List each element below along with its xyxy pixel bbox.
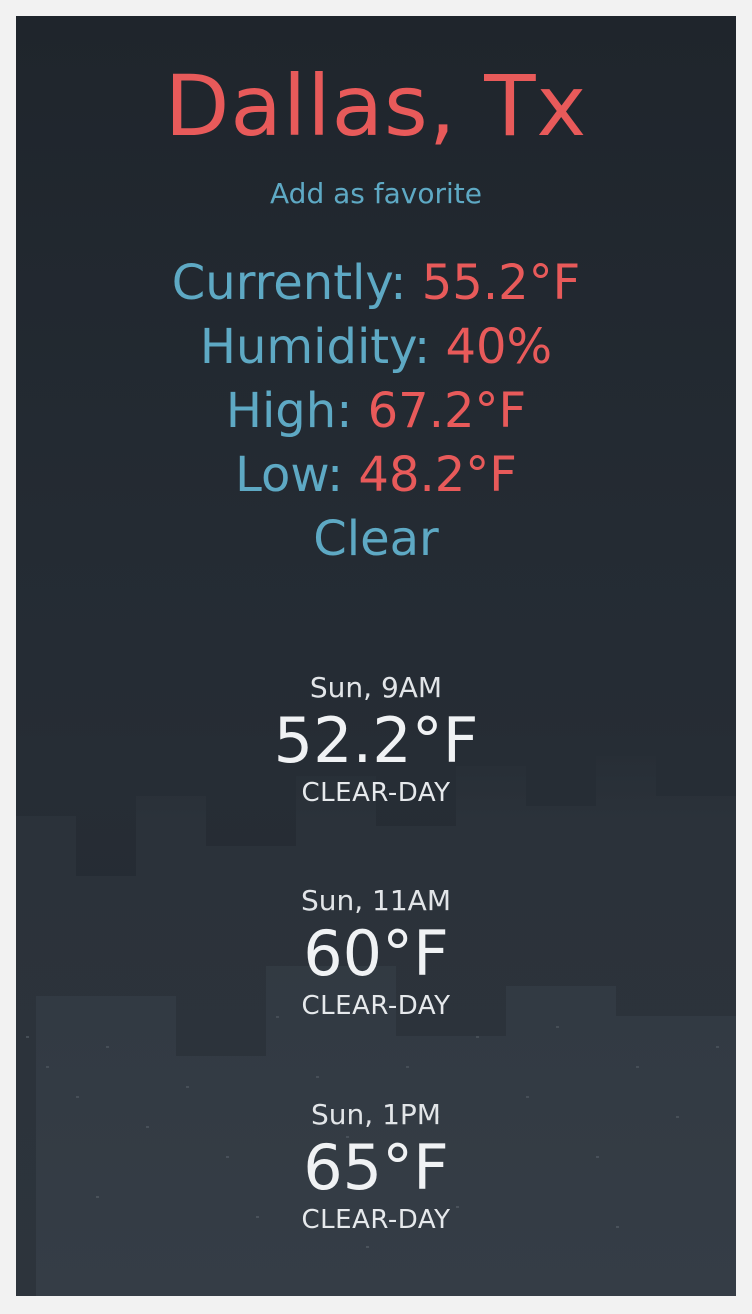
current-temperature: Currently: 55.2°F [16, 252, 736, 314]
high-temperature-label: High: [225, 383, 353, 439]
current-temperature-label: Currently: [171, 255, 407, 311]
forecast-time: Sun, 9AM [309, 671, 443, 704]
add-favorite-link[interactable]: Add as favorite [16, 176, 736, 212]
humidity-value: 40% [445, 319, 553, 375]
current-temperature-value: 55.2°F [421, 255, 581, 311]
weather-card: Dallas, Tx Add as favorite Currently: 55… [16, 16, 736, 1296]
hourly-forecast-item: Sun, 1PM 65°F CLEAR-DAY [16, 1098, 736, 1236]
forecast-temperature: 65°F [303, 1131, 449, 1204]
low-temperature-value: 48.2°F [358, 447, 517, 503]
forecast-summary: CLEAR-DAY [301, 778, 451, 808]
low-temperature-label: Low: [235, 447, 344, 503]
forecast-temperature: 52.2°F [273, 704, 479, 777]
forecast-time: Sun, 11AM [300, 884, 451, 917]
hourly-forecast-item: Sun, 11AM 60°F CLEAR-DAY [16, 884, 736, 1022]
humidity-label: Humidity: [199, 319, 431, 375]
condition-text: Clear [313, 511, 439, 567]
forecast-temperature: 60°F [303, 917, 449, 990]
forecast-summary: CLEAR-DAY [301, 1205, 451, 1235]
high-temperature-value: 67.2°F [367, 383, 527, 439]
humidity: Humidity: 40% [16, 316, 736, 378]
high-temperature: High: 67.2°F [16, 380, 736, 442]
location-title: Dallas, Tx [164, 57, 588, 155]
low-temperature: Low: 48.2°F [16, 444, 736, 506]
hourly-forecast-item: Sun, 9AM 52.2°F CLEAR-DAY [16, 671, 736, 809]
forecast-time: Sun, 1PM [311, 1098, 441, 1131]
forecast-summary: CLEAR-DAY [301, 991, 451, 1021]
